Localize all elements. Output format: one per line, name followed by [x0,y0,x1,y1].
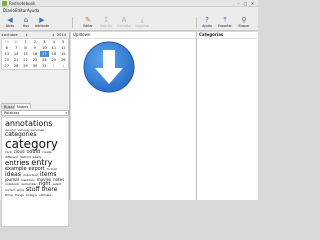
tab-nubes[interactable]: Nubes [14,103,32,109]
calendar-day[interactable]: 27 [2,63,11,69]
cloud-word[interactable]: notebook [5,183,19,186]
download-icon [83,41,135,93]
calendar-day[interactable]: 31 [40,63,49,69]
toolbar: ◀ Atrás ⌂ Hoy ▶ Adelante ✎ Editar ↧ Inse… [0,14,258,31]
left-panel: ◂ octubre ▸ ◂ 2014 29 30 1 2 3 4 5 6 7 8 9 10 11 12 13… [0,32,70,227]
toolbar-separator [196,17,197,28]
app-icon [2,1,7,6]
format-icon: A [121,16,127,24]
title-bar: Rednotebook – ▢ ✕ [0,0,258,7]
calendar-day[interactable]: 30 [30,63,39,69]
forward-button[interactable]: ▶ Adelante [33,15,51,30]
calendar-day[interactable]: 28 [11,63,20,69]
toolbar-separator [72,17,73,28]
cloud-word[interactable]: thing [5,194,13,197]
editor-panel: Upldown [71,32,197,200]
search-button[interactable]: ⚲ Buscar [235,15,253,30]
cloud-word[interactable]: store [17,189,25,192]
window-title: Rednotebook [9,1,36,6]
divider [197,38,258,39]
import-icon: ⤓ [140,16,144,24]
cloud-word[interactable]: ultimate [39,194,52,197]
export-button[interactable]: ⤒ Exportar [216,15,234,30]
word-cloud: annotationsaround various becomescategorie… [1,117,69,227]
cloud-word[interactable]: click [5,151,12,154]
calendar-days: 29 30 1 2 3 4 5 6 7 8 9 10 11 12 13 14 15 16 17 18 19 20 21 22 2… [2,39,68,69]
cloud-word[interactable]: things [15,194,24,197]
divider [71,38,197,39]
cloud-word[interactable]: create [42,151,52,154]
export-icon: ⤒ [223,16,227,24]
cloud-word[interactable]: annotations [5,120,52,128]
calendar-day[interactable]: 1 [49,63,58,69]
insert-icon: ↧ [103,16,109,24]
maximize-button[interactable]: ▢ [243,1,248,6]
search-icon: ⚲ [241,16,247,24]
calendar-day[interactable]: 29 [21,63,30,69]
cloud-word[interactable]: sorted [5,189,15,192]
close-button[interactable]: ✕ [250,1,255,6]
cloud-type-value: Palabras [4,111,20,115]
edit-button[interactable]: ✎ Editar [79,15,97,30]
cloud-word[interactable]: important [23,174,38,177]
menu-editar[interactable]: Editar [15,8,27,13]
minimize-button[interactable]: – [236,1,241,6]
help-button[interactable]: ? Ayuda [198,15,216,30]
calendar: 29 30 1 2 3 4 5 6 7 8 9 10 11 12 13 14 15 16 17 18 19 20 21 22 2… [1,38,69,70]
insert-button[interactable]: ↧ Insertar [97,15,115,30]
home-icon: ⌂ [23,16,29,24]
categories-panel: Categorías [197,32,258,200]
import-button[interactable]: ⤓ Importar [133,15,151,30]
left-tabs: Buscar Nubes [1,103,69,109]
menu-bar: Diario Editar Ayuda [0,7,258,14]
pencil-icon: ✎ [85,16,91,24]
calendar-week: 27 28 29 30 31 1 2 [2,63,68,69]
arrow-left-icon: ◀ [7,16,13,24]
calendar-day[interactable]: 2 [59,63,68,69]
arrow-right-icon: ▶ [39,16,45,24]
menu-ayuda[interactable]: Ayuda [27,8,39,13]
chevron-down-icon: ▾ [65,111,67,115]
menu-diario[interactable]: Diario [3,8,15,13]
cloud-word[interactable]: cloud [14,150,25,154]
cloud-word[interactable]: today's [26,194,37,197]
format-button[interactable]: A Formato [115,15,133,30]
cloud-type-select[interactable]: Palabras ▾ [1,110,69,116]
help-icon: ? [205,16,209,24]
